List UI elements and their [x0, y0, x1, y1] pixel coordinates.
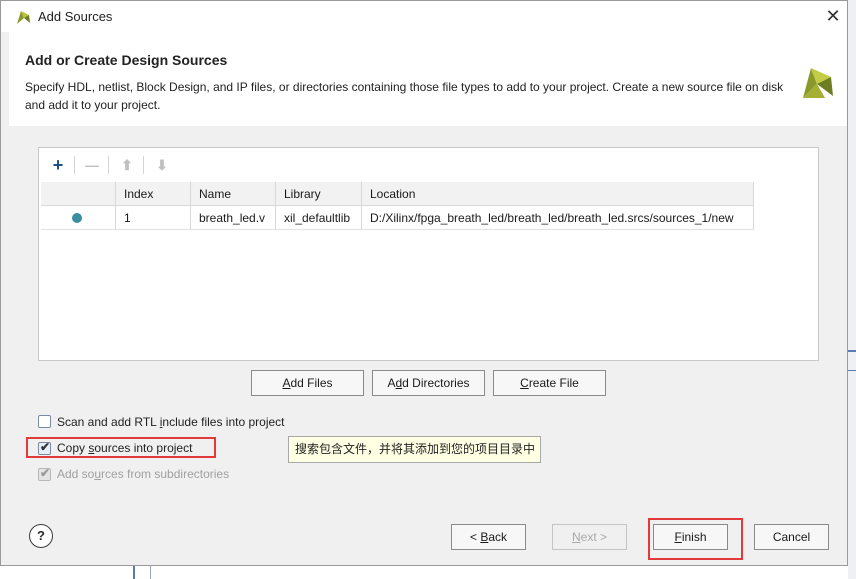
- background-line: [848, 350, 856, 352]
- add-files-button[interactable]: Add Files: [251, 370, 364, 396]
- next-button[interactable]: Next >: [552, 524, 627, 550]
- background-window: [848, 0, 856, 579]
- minus-icon: —: [85, 157, 99, 173]
- vivado-logo-icon: [803, 68, 833, 98]
- sources-toolbar: + — ⬆ ⬇: [39, 148, 818, 182]
- remove-source-button[interactable]: —: [80, 154, 104, 176]
- scan-rtl-label[interactable]: Scan and add RTL include files into proj…: [57, 415, 285, 429]
- sources-panel: + — ⬆ ⬇ Index Name Library Location 1 br…: [38, 147, 819, 361]
- table-row[interactable]: 1 breath_led.v xil_defaultlib D:/Xilinx/…: [41, 206, 754, 230]
- help-button[interactable]: ?: [29, 524, 53, 548]
- wizard-header: Add or Create Design Sources Specify HDL…: [9, 32, 847, 126]
- add-sources-dialog: Add Sources ✕ Add or Create Design Sourc…: [0, 0, 848, 566]
- create-file-button[interactable]: Create File: [493, 370, 606, 396]
- status-cell: [41, 206, 116, 230]
- toolbar-divider: [108, 156, 109, 174]
- finish-highlight: [648, 518, 743, 560]
- name-cell: breath_led.v: [191, 206, 276, 230]
- add-subdirs-label: Add sources from subdirectories: [57, 467, 230, 481]
- index-cell: 1: [116, 206, 191, 230]
- move-up-button[interactable]: ⬆: [115, 154, 139, 176]
- background-line: [848, 370, 856, 371]
- table-header: Index Name Library Location: [41, 182, 754, 206]
- scan-rtl-checkbox[interactable]: [38, 415, 51, 428]
- status-dot-icon: [72, 213, 82, 223]
- title-bar[interactable]: Add Sources ✕: [1, 1, 847, 32]
- add-source-button[interactable]: +: [46, 154, 70, 176]
- toolbar-divider: [74, 156, 75, 174]
- column-header-status[interactable]: [41, 182, 116, 206]
- column-header-name[interactable]: Name: [191, 182, 276, 206]
- vivado-logo-icon: [17, 11, 30, 24]
- location-cell: D:/Xilinx/fpga_breath_led/breath_led/bre…: [362, 206, 754, 230]
- arrow-down-icon: ⬇: [156, 157, 168, 173]
- move-down-button[interactable]: ⬇: [150, 154, 174, 176]
- back-button[interactable]: < Back: [451, 524, 526, 550]
- checkmark-icon: ✔: [40, 466, 51, 480]
- help-icon: ?: [37, 528, 45, 543]
- arrow-up-icon: ⬆: [121, 157, 133, 173]
- column-header-location[interactable]: Location: [362, 182, 754, 206]
- column-header-index[interactable]: Index: [116, 182, 191, 206]
- plus-icon: +: [52, 155, 64, 175]
- background-line: [133, 566, 135, 579]
- close-icon: ✕: [825, 6, 841, 26]
- close-button[interactable]: ✕: [819, 4, 847, 30]
- window-title: Add Sources: [38, 9, 113, 24]
- copy-sources-highlight: [26, 437, 216, 458]
- add-subdirs-checkbox[interactable]: ✔: [38, 466, 51, 481]
- tooltip: 搜索包含文件，并将其添加到您的项目目录中: [288, 436, 541, 463]
- library-cell: xil_defaultlib: [276, 206, 362, 230]
- page-description: Specify HDL, netlist, Block Design, and …: [25, 80, 784, 112]
- toolbar-divider: [143, 156, 144, 174]
- add-directories-button[interactable]: Add Directories: [372, 370, 485, 396]
- page-title: Add or Create Design Sources: [25, 52, 228, 68]
- background-line: [150, 566, 151, 579]
- column-header-library[interactable]: Library: [276, 182, 362, 206]
- cancel-button[interactable]: Cancel: [754, 524, 829, 550]
